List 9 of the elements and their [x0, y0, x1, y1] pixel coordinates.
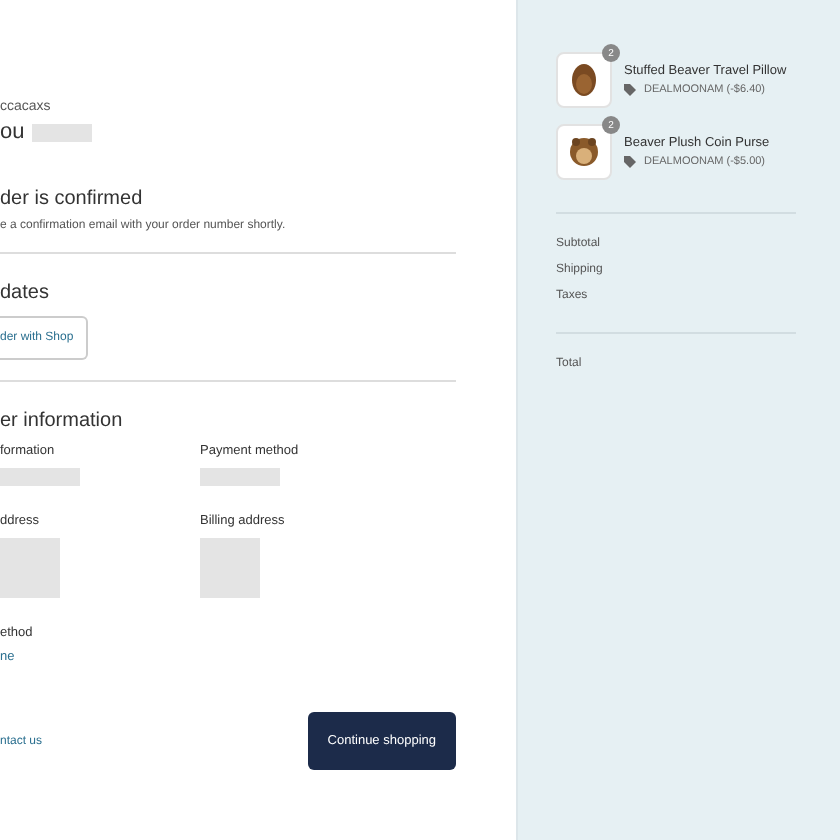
updates-title: dates	[0, 282, 51, 304]
plush-icon	[564, 134, 604, 170]
information-title: er information	[0, 410, 125, 432]
confirmation-title: der is confirmed	[0, 188, 145, 210]
greeting-text: ou	[0, 120, 25, 144]
tag-icon	[624, 84, 636, 96]
pillow-icon	[568, 60, 600, 100]
tag-icon	[624, 156, 636, 168]
blurred-block	[32, 123, 93, 141]
